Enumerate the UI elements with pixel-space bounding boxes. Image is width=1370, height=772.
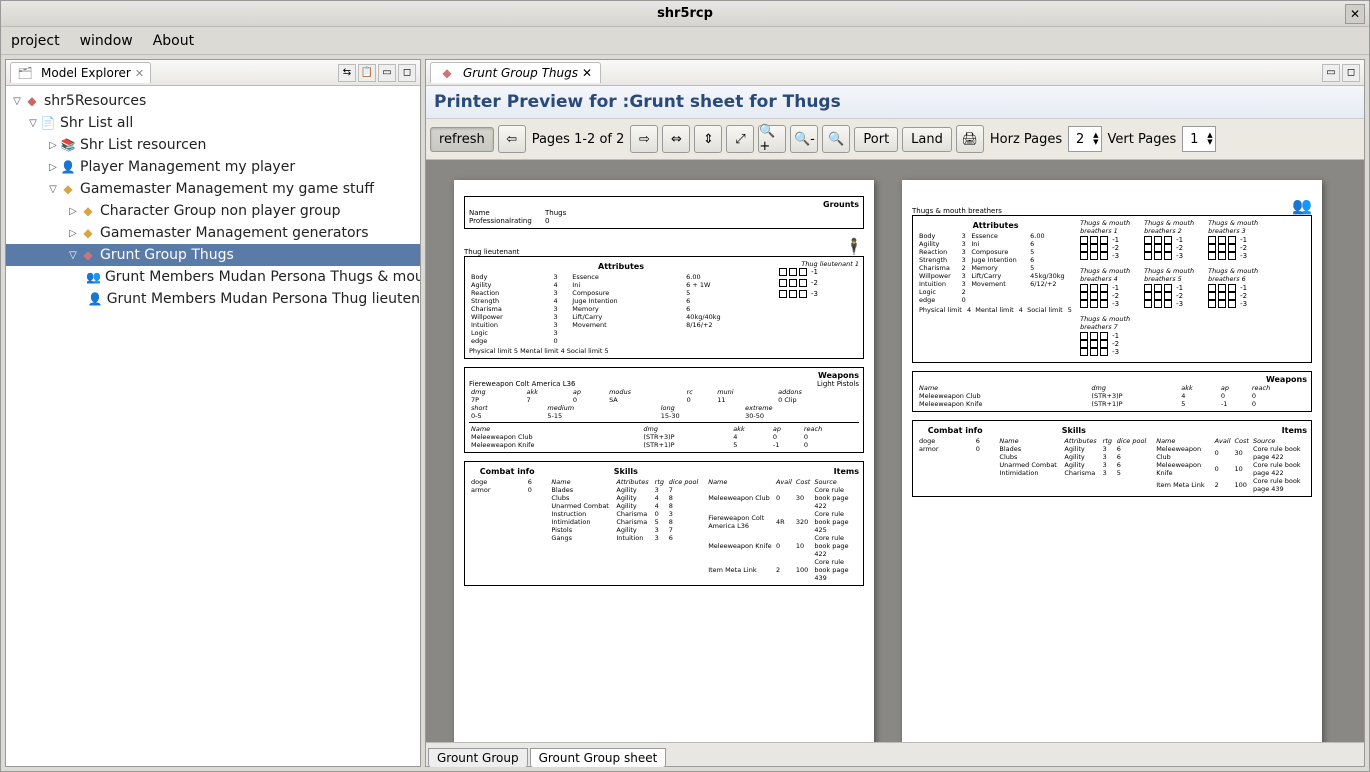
minimize-view-button[interactable]: ▭ xyxy=(378,64,396,82)
maximize-editor-button[interactable]: ◻ xyxy=(1342,64,1360,82)
menubar: project window About xyxy=(1,27,1369,55)
tree-grunt-member-2[interactable]: 👤 Grunt Members Mudan Persona Thug lieut… xyxy=(6,288,420,310)
window-title: shr5rcp xyxy=(657,6,713,21)
model-explorer-view: 🗂 Model Explorer ✕ ⇆ 📋 ▭ ◻ ▽◆ shr5Resour… xyxy=(5,59,421,767)
fit-vertical-button[interactable]: ⇕ xyxy=(694,125,722,153)
tree-root[interactable]: ▽◆ shr5Resources xyxy=(6,90,420,112)
resource-icon: ◆ xyxy=(24,93,40,109)
tab-grount-group[interactable]: Grount Group xyxy=(428,748,528,767)
editor-tabstrip: ◆ Grunt Group Thugs ✕ ▭ ◻ xyxy=(426,60,1364,86)
tree-character-group[interactable]: ▷◆ Character Group non player group xyxy=(6,200,420,222)
diamond-icon: ◆ xyxy=(80,225,96,241)
explorer-tab[interactable]: 🗂 Model Explorer ✕ xyxy=(10,62,151,83)
diamond-icon: ◆ xyxy=(80,203,96,219)
diamond-icon: ◆ xyxy=(60,181,76,197)
view-menu-button[interactable]: 📋 xyxy=(358,64,376,82)
horz-pages-spinner[interactable]: ▲▼ xyxy=(1068,126,1101,152)
print-preview-area[interactable]: Grounts NameThugs Professionalrating0 Th… xyxy=(426,160,1364,742)
menu-window[interactable]: window xyxy=(76,31,137,51)
print-preview-toolbar: refresh ⇦ Pages 1-2 of 2 ⇨ ⇔ ⇕ ⤢ 🔍+ 🔍- 🔍… xyxy=(426,119,1364,160)
explorer-tab-label: Model Explorer xyxy=(41,66,131,80)
silhouette-icon: 👥 xyxy=(1292,196,1312,215)
maximize-view-button[interactable]: ◻ xyxy=(398,64,416,82)
tree-gamemaster-management[interactable]: ▽◆ Gamemaster Management my game stuff xyxy=(6,178,420,200)
chevron-down-icon[interactable]: ▼ xyxy=(1205,139,1214,146)
link-with-editor-button[interactable]: ⇆ xyxy=(338,64,356,82)
fit-page-button[interactable]: ⤢ xyxy=(726,125,754,153)
close-icon[interactable]: ✕ xyxy=(135,67,144,80)
grunt-icon: 👥 xyxy=(86,269,101,285)
tree-player-management[interactable]: ▷👤 Player Management my player xyxy=(6,156,420,178)
silhouette-icon: 🕴 xyxy=(844,237,864,256)
diamond-icon: ◆ xyxy=(80,247,96,263)
horz-pages-label: Horz Pages xyxy=(988,132,1064,147)
fit-horizontal-button[interactable]: ⇔ xyxy=(662,125,690,153)
preview-page-2: Thugs & mouth breathers 👥 Attributes Bod… xyxy=(902,180,1322,742)
app-window: shr5rcp ✕ project window About 🗂 Model E… xyxy=(0,0,1370,772)
editor-tab-grunt-group[interactable]: ◆ Grunt Group Thugs ✕ xyxy=(430,62,601,83)
diamond-icon: ◆ xyxy=(439,65,455,81)
refresh-button[interactable]: refresh xyxy=(430,127,494,152)
editor-area: ◆ Grunt Group Thugs ✕ ▭ ◻ Printer Previe… xyxy=(425,59,1365,767)
minimize-editor-button[interactable]: ▭ xyxy=(1322,64,1340,82)
tree-grunt-group-thugs[interactable]: ▽◆ Grunt Group Thugs xyxy=(6,244,420,266)
person-icon: 👤 xyxy=(60,159,76,175)
editor-title: Printer Preview for :Grunt sheet for Thu… xyxy=(426,86,1364,119)
vert-pages-input[interactable] xyxy=(1183,132,1205,147)
page-range-label: Pages 1-2 of 2 xyxy=(530,132,627,147)
menu-project[interactable]: project xyxy=(7,31,64,51)
print-button[interactable]: 🖨 xyxy=(956,125,984,153)
tree-grunt-member-1[interactable]: 👥 Grunt Members Mudan Persona Thugs & mo… xyxy=(6,266,420,288)
editor-bottom-tabs: Grount Group Grount Group sheet xyxy=(426,742,1364,766)
book-icon: 📚 xyxy=(60,137,76,153)
next-page-button[interactable]: ⇨ xyxy=(630,125,658,153)
zoom-reset-button[interactable]: 🔍 xyxy=(822,125,850,153)
model-tree[interactable]: ▽◆ shr5Resources ▽📄 Shr List all ▷📚 Shr … xyxy=(6,86,420,766)
zoom-in-button[interactable]: 🔍+ xyxy=(758,125,786,153)
close-icon[interactable]: ✕ xyxy=(582,66,592,80)
vert-pages-spinner[interactable]: ▲▼ xyxy=(1182,126,1215,152)
portrait-button[interactable]: Port xyxy=(854,127,898,152)
explorer-header: 🗂 Model Explorer ✕ ⇆ 📋 ▭ ◻ xyxy=(6,60,420,86)
workbench-body: 🗂 Model Explorer ✕ ⇆ 📋 ▭ ◻ ▽◆ shr5Resour… xyxy=(1,55,1369,771)
file-icon: 📄 xyxy=(40,115,56,131)
prev-page-button[interactable]: ⇦ xyxy=(498,125,526,153)
vert-pages-label: Vert Pages xyxy=(1106,132,1179,147)
horz-pages-input[interactable] xyxy=(1069,132,1091,147)
tree-shr-list-resourcen[interactable]: ▷📚 Shr List resourcen xyxy=(6,134,420,156)
landscape-button[interactable]: Land xyxy=(902,127,952,152)
menu-about[interactable]: About xyxy=(149,31,198,51)
zoom-out-button[interactable]: 🔍- xyxy=(790,125,818,153)
tree-gm-generators[interactable]: ▷◆ Gamemaster Management generators xyxy=(6,222,420,244)
titlebar: shr5rcp ✕ xyxy=(1,1,1369,27)
tree-shr-list-all[interactable]: ▽📄 Shr List all xyxy=(6,112,420,134)
tree-icon: 🗂 xyxy=(17,65,33,81)
tab-grount-group-sheet[interactable]: Grount Group sheet xyxy=(530,748,667,767)
chevron-down-icon[interactable]: ▼ xyxy=(1091,139,1100,146)
window-close-button[interactable]: ✕ xyxy=(1345,4,1365,24)
grunt-icon: 👤 xyxy=(88,291,103,307)
preview-page-1: Grounts NameThugs Professionalrating0 Th… xyxy=(454,180,874,742)
